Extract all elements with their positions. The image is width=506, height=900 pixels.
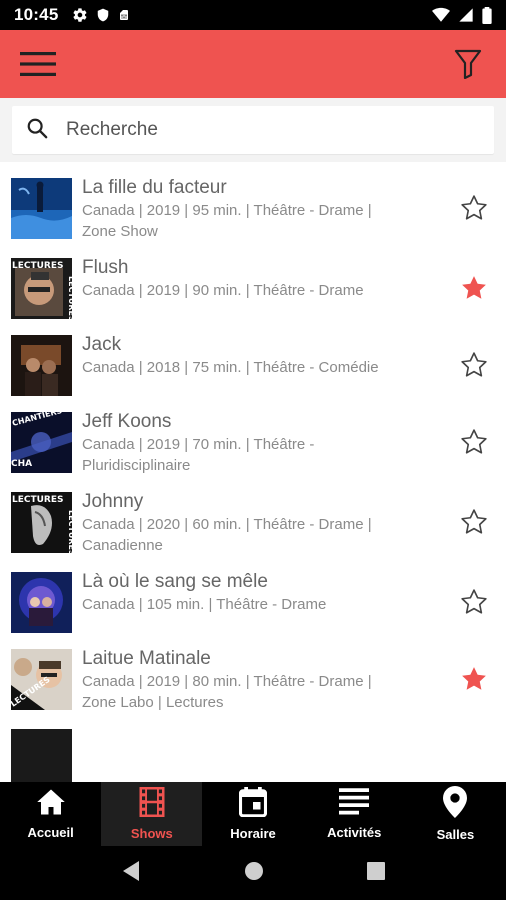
signal-icon [458, 7, 474, 23]
show-meta: Canada | 2019 | 95 min. | Théâtre - Dram… [82, 202, 372, 219]
show-thumbnail [11, 335, 72, 396]
nav-salles[interactable]: Salles [405, 782, 506, 846]
show-meta: Canadienne [82, 537, 163, 554]
star-filled-icon[interactable] [454, 659, 494, 699]
hamburger-menu-icon[interactable] [18, 44, 58, 84]
list-item[interactable]: LECTURES LECTURES Johnny Canada | 2020 |… [0, 476, 506, 556]
show-thumbnail [11, 572, 72, 633]
show-meta: Zone Show [82, 223, 158, 240]
show-title: La fille du facteur [82, 177, 227, 198]
show-meta: Pluridisciplinaire [82, 457, 191, 474]
bottom-nav: Accueil Shows Horaire Activités Salles [0, 782, 506, 846]
search-area [0, 98, 506, 162]
film-icon [139, 787, 165, 822]
wifi-icon [432, 7, 450, 23]
status-time: 10:45 [14, 5, 59, 24]
nav-accueil[interactable]: Accueil [0, 782, 101, 846]
show-thumbnail [11, 178, 72, 239]
show-title: Jeff Koons [82, 411, 172, 432]
thumb-text: LECTURES [12, 495, 64, 505]
list-item[interactable]: LECTURES LECTURES Flush Canada | 2019 | … [0, 242, 506, 319]
thumb-text: LECTURES [67, 510, 72, 553]
back-icon[interactable] [121, 860, 141, 887]
nav-label: Activités [327, 825, 382, 840]
show-thumbnail: LECTURES [11, 649, 72, 710]
nav-horaire[interactable]: Horaire [202, 782, 303, 846]
star-outline-icon[interactable] [454, 188, 494, 228]
show-title: Flush [82, 257, 129, 278]
location-pin-icon [443, 786, 468, 823]
list-item[interactable]: La fille du facteur Canada | 2019 | 95 m… [0, 162, 506, 242]
show-thumbnail: LECTURES LECTURES [11, 492, 72, 553]
star-outline-icon[interactable] [454, 345, 494, 385]
show-meta: Canada | 105 min. | Théâtre - Drame [82, 596, 327, 613]
show-title: Jack [82, 334, 122, 355]
nav-label: Horaire [230, 826, 276, 841]
list-item[interactable]: CHANTIERS CHA Jeff Koons Canada | 2019 |… [0, 396, 506, 476]
shield-icon [96, 7, 110, 23]
thumb-text: LECTURES [12, 261, 64, 271]
search-input[interactable] [66, 119, 446, 141]
show-title: Johnny [82, 491, 144, 512]
filter-icon[interactable] [448, 44, 488, 84]
status-bar: 10:45 [0, 0, 506, 30]
star-outline-icon[interactable] [454, 582, 494, 622]
nav-label: Accueil [27, 825, 74, 840]
battery-icon [482, 6, 492, 24]
recents-icon[interactable] [366, 861, 385, 885]
show-meta: Canada | 2019 | 90 min. | Théâtre - Dram… [82, 282, 364, 299]
show-thumbnail: CHANTIERS CHA [11, 412, 72, 473]
app-bar [0, 30, 506, 98]
thumb-text: LECTURES [67, 276, 72, 319]
show-thumbnail [11, 729, 72, 782]
system-nav [0, 846, 506, 900]
nav-label: Shows [130, 826, 173, 841]
show-meta: Canada | 2018 | 75 min. | Théâtre - Comé… [82, 359, 379, 376]
star-outline-icon[interactable] [454, 422, 494, 462]
search-box[interactable] [12, 106, 494, 154]
show-title: Laitue Matinale [82, 648, 211, 669]
gear-icon [72, 7, 88, 23]
list-item[interactable]: Jack Canada | 2018 | 75 min. | Théâtre -… [0, 319, 506, 396]
show-list: La fille du facteur Canada | 2019 | 95 m… [0, 162, 506, 782]
star-filled-icon[interactable] [454, 268, 494, 308]
search-icon [26, 117, 48, 144]
list-item[interactable]: LECTURES Laitue Matinale Canada | 2019 |… [0, 633, 506, 713]
show-meta: Zone Labo | Lectures [82, 694, 224, 711]
star-outline-icon[interactable] [454, 502, 494, 542]
show-meta: Canada | 2019 | 70 min. | Théâtre - [82, 436, 315, 453]
list-icon [339, 788, 370, 821]
show-title: Là où le sang se mêle [82, 571, 268, 592]
show-meta: Canada | 2019 | 80 min. | Théâtre - Dram… [82, 673, 372, 690]
nav-label: Salles [436, 827, 475, 842]
home-icon [36, 788, 66, 821]
home-circle-icon[interactable] [244, 861, 264, 886]
list-item[interactable]: Là où le sang se mêle Canada | 105 min. … [0, 556, 506, 633]
calendar-icon [238, 787, 268, 822]
list-item[interactable] [0, 713, 506, 782]
nav-shows[interactable]: Shows [101, 782, 203, 846]
svg-text:CHA: CHA [11, 459, 32, 469]
nav-activites[interactable]: Activités [304, 782, 405, 846]
sim-card-icon [118, 7, 130, 23]
show-meta: Canada | 2020 | 60 min. | Théâtre - Dram… [82, 516, 372, 533]
show-thumbnail: LECTURES LECTURES [11, 258, 72, 319]
